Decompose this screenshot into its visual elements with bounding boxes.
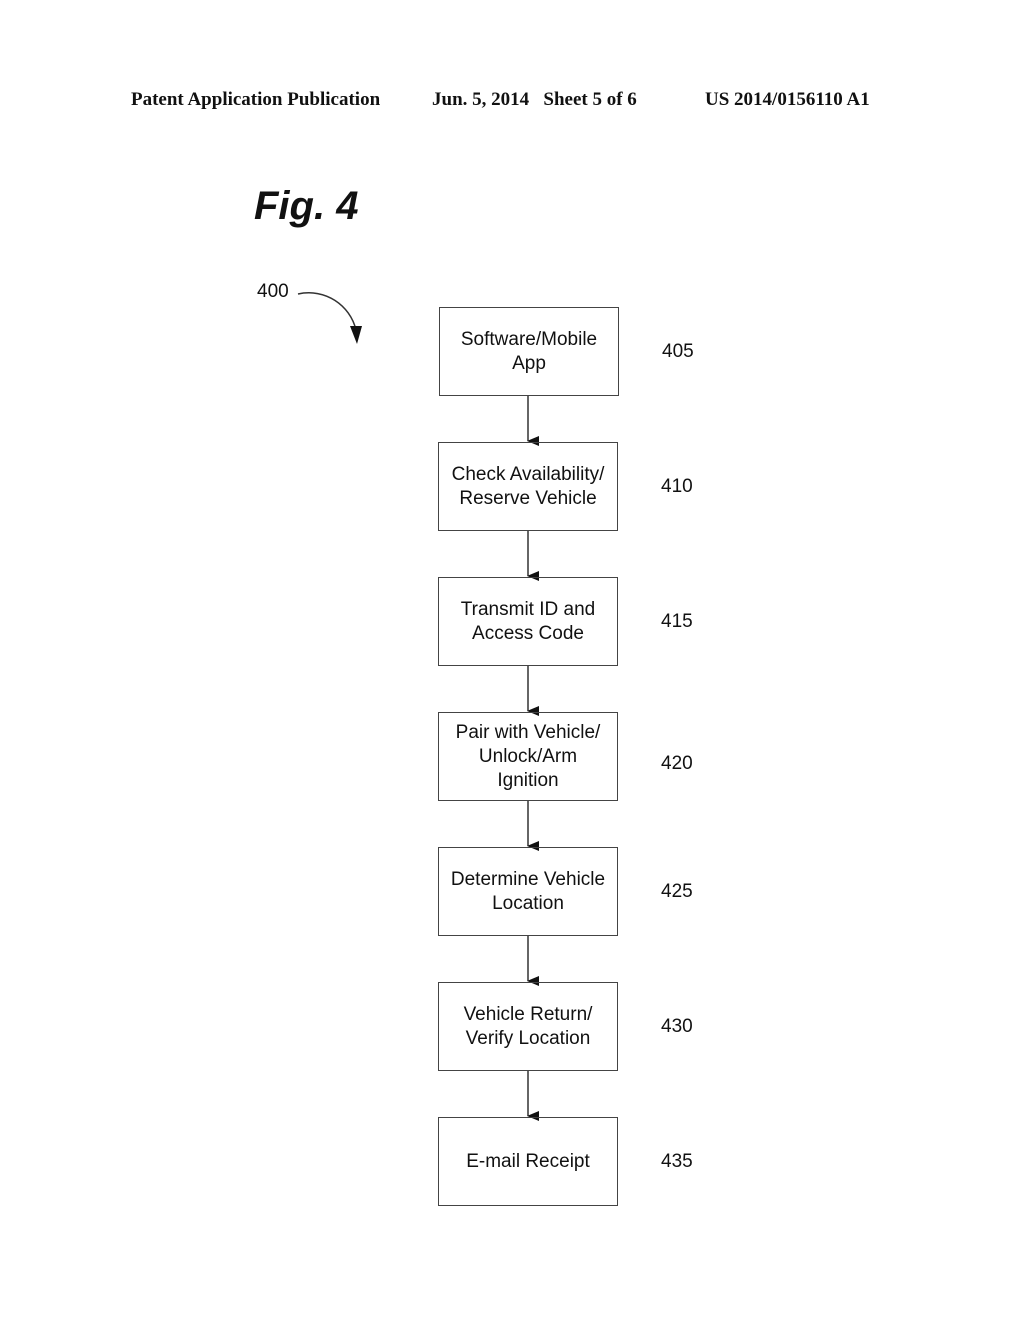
flow-step-ref-number: 405 [662, 341, 694, 362]
reference-arrowhead-icon [350, 326, 362, 344]
flow-step-ref-number: 425 [661, 881, 693, 902]
flow-step-box: Pair with Vehicle/ Unlock/Arm Ignition [438, 712, 618, 801]
flow-step-box: Vehicle Return/ Verify Location [438, 982, 618, 1071]
flow-step-ref-number: 415 [661, 611, 693, 632]
flow-step-box: Check Availability/ Reserve Vehicle [438, 442, 618, 531]
flow-step-ref-number: 420 [661, 753, 693, 774]
flow-step-ref-number: 430 [661, 1016, 693, 1037]
reference-arrow [297, 292, 357, 331]
flow-step-ref-number: 410 [661, 476, 693, 497]
flow-step-box: Determine Vehicle Location [438, 847, 618, 936]
flow-step-box: Transmit ID and Access Code [438, 577, 618, 666]
flow-step-box: E-mail Receipt [438, 1117, 618, 1206]
flow-step-box: Software/Mobile App [439, 307, 619, 396]
flow-step-ref-number: 435 [661, 1151, 693, 1172]
